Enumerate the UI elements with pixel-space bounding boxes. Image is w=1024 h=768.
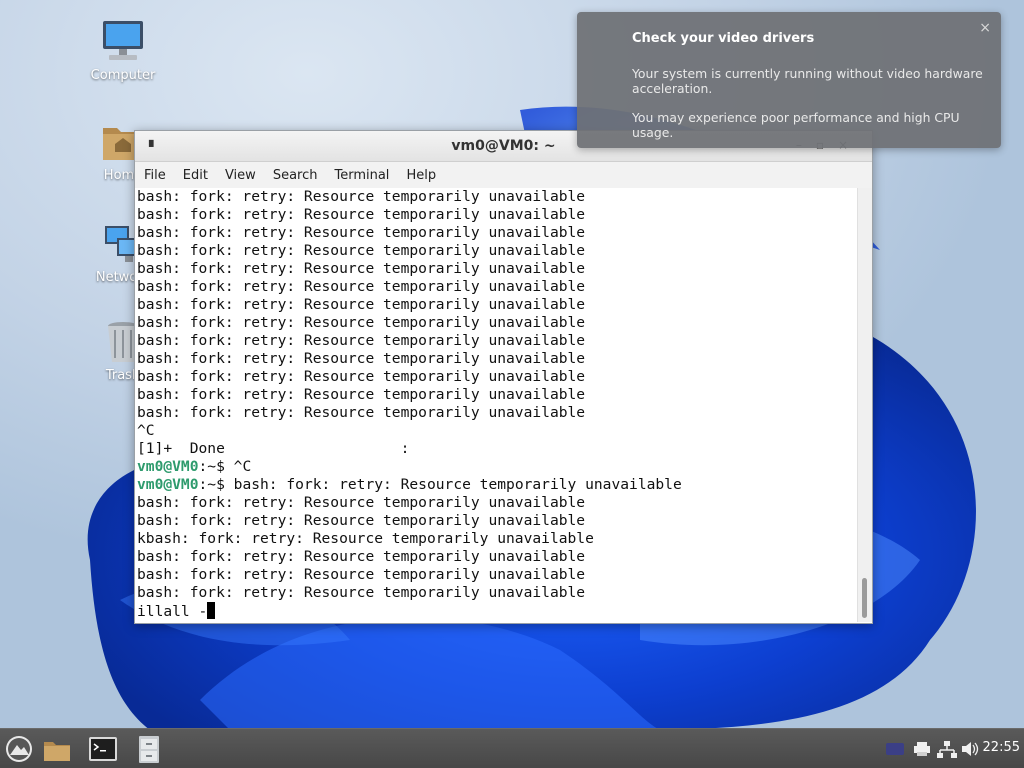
- notification-title: Check your video drivers: [632, 31, 815, 46]
- terminal-line: bash: fork: retry: Resource temporarily …: [135, 512, 857, 530]
- shell-prompt: vm0@VM0: [137, 458, 199, 475]
- menu-view[interactable]: View: [224, 166, 257, 185]
- menu-edit[interactable]: Edit: [182, 166, 209, 185]
- terminal-text: bash: fork: retry: Resource temporarily …: [137, 350, 586, 367]
- close-icon[interactable]: ×: [979, 20, 991, 36]
- terminal-text: [1]+ Done :: [137, 440, 410, 457]
- terminal-line: bash: fork: retry: Resource temporarily …: [135, 188, 857, 206]
- terminal-text: kbash: fork: retry: Resource temporarily…: [137, 530, 594, 547]
- desktop-icon-computer[interactable]: Computer: [78, 18, 168, 83]
- terminal-text: bash: fork: retry: Resource temporarily …: [137, 296, 586, 313]
- terminal-line: bash: fork: retry: Resource temporarily …: [135, 242, 857, 260]
- terminal-text: bash: fork: retry: Resource temporarily …: [137, 260, 586, 277]
- notification-message: You may experience poor performance and …: [632, 110, 960, 140]
- terminal-text: bash: fork: retry: Resource temporarily …: [137, 314, 586, 331]
- taskbar-terminal[interactable]: [88, 733, 118, 765]
- terminal-text: illall -: [137, 603, 208, 620]
- terminal-line: bash: fork: retry: Resource temporarily …: [135, 566, 857, 584]
- terminal-line: ^C: [135, 422, 857, 440]
- terminal-output[interactable]: bash: fork: retry: Resource temporarily …: [135, 188, 857, 622]
- terminal-text: ^C: [137, 422, 155, 439]
- terminal-text: bash: fork: retry: Resource temporarily …: [137, 404, 586, 421]
- terminal-line: bash: fork: retry: Resource temporarily …: [135, 584, 857, 602]
- terminal-cursor: [207, 602, 216, 619]
- folder-icon: [44, 742, 70, 761]
- computer-icon: [99, 18, 147, 66]
- tray-display-icon[interactable]: [884, 733, 906, 765]
- taskbar: 22:55: [0, 728, 1024, 768]
- menu-file[interactable]: File: [143, 166, 167, 185]
- terminal-line: bash: fork: retry: Resource temporarily …: [135, 548, 857, 566]
- terminal-text: bash: fork: retry: Resource temporarily …: [137, 188, 586, 205]
- volume-icon[interactable]: [960, 733, 980, 765]
- terminal-text: bash: fork: retry: Resource temporarily …: [137, 512, 586, 529]
- terminal-text: bash: fork: retry: Resource temporarily …: [137, 206, 586, 223]
- terminal-window[interactable]: ▘ vm0@VM0: ~ –▫× File Edit View Search T…: [134, 130, 873, 624]
- network-tray-icon[interactable]: [936, 733, 958, 765]
- terminal-line: bash: fork: retry: Resource temporarily …: [135, 314, 857, 332]
- taskbar-clock[interactable]: 22:55: [983, 740, 1020, 755]
- terminal-line: bash: fork: retry: Resource temporarily …: [135, 368, 857, 386]
- notification-message: Your system is currently running without…: [632, 66, 983, 96]
- taskbar-file-manager[interactable]: [42, 733, 72, 765]
- start-menu-button[interactable]: [4, 733, 34, 765]
- terminal-line: vm0@VM0:~$ ^C: [135, 458, 857, 476]
- menu-terminal[interactable]: Terminal: [333, 166, 390, 185]
- terminal-text: bash: fork: retry: Resource temporarily …: [137, 242, 586, 259]
- shell-prompt: vm0@VM0: [137, 476, 199, 493]
- terminal-text: bash: fork: retry: Resource temporarily …: [137, 224, 586, 241]
- scrollbar-thumb[interactable]: [862, 578, 867, 618]
- terminal-line: vm0@VM0:~$ bash: fork: retry: Resource t…: [135, 476, 857, 494]
- terminal-icon: [89, 737, 117, 761]
- menubar: File Edit View Search Terminal Help: [135, 162, 872, 189]
- terminal-line: illall -: [135, 602, 857, 620]
- terminal-line: kbash: fork: retry: Resource temporarily…: [135, 530, 857, 548]
- terminal-line: bash: fork: retry: Resource temporarily …: [135, 224, 857, 242]
- menu-search[interactable]: Search: [272, 166, 319, 185]
- terminal-line: bash: fork: retry: Resource temporarily …: [135, 296, 857, 314]
- terminal-line: bash: fork: retry: Resource temporarily …: [135, 350, 857, 368]
- terminal-text: bash: fork: retry: Resource temporarily …: [137, 584, 586, 601]
- terminal-line: bash: fork: retry: Resource temporarily …: [135, 494, 857, 512]
- terminal-text: bash: fork: retry: Resource temporarily …: [137, 368, 586, 385]
- terminal-text: bash: fork: retry: Resource temporarily …: [137, 332, 586, 349]
- terminal-text: bash: fork: retry: Resource temporarily …: [137, 386, 586, 403]
- notification-popup[interactable]: Check your video drivers Your system is …: [577, 12, 1001, 148]
- terminal-text: :~$ ^C: [198, 458, 252, 475]
- menu-help[interactable]: Help: [405, 166, 437, 185]
- terminal-scrollbar[interactable]: [857, 188, 872, 622]
- terminal-line: bash: fork: retry: Resource temporarily …: [135, 206, 857, 224]
- terminal-line: bash: fork: retry: Resource temporarily …: [135, 386, 857, 404]
- terminal-text: bash: fork: retry: Resource temporarily …: [137, 278, 586, 295]
- distro-logo-icon: [6, 736, 32, 762]
- terminal-line: [1]+ Done :: [135, 440, 857, 458]
- printer-icon[interactable]: [912, 733, 932, 765]
- notification-body: Your system is currently running without…: [632, 66, 987, 154]
- desktop-icon-label: Computer: [90, 68, 156, 83]
- terminal-text: bash: fork: retry: Resource temporarily …: [137, 494, 586, 511]
- terminal-text: :~$ bash: fork: retry: Resource temporar…: [198, 476, 682, 493]
- taskbar-file-cabinet[interactable]: [134, 733, 164, 765]
- terminal-line: bash: fork: retry: Resource temporarily …: [135, 332, 857, 350]
- terminal-line: bash: fork: retry: Resource temporarily …: [135, 260, 857, 278]
- file-cabinet-icon: [139, 736, 159, 763]
- terminal-text: bash: fork: retry: Resource temporarily …: [137, 566, 586, 583]
- terminal-line: bash: fork: retry: Resource temporarily …: [135, 404, 857, 422]
- terminal-text: bash: fork: retry: Resource temporarily …: [137, 548, 586, 565]
- terminal-line: bash: fork: retry: Resource temporarily …: [135, 278, 857, 296]
